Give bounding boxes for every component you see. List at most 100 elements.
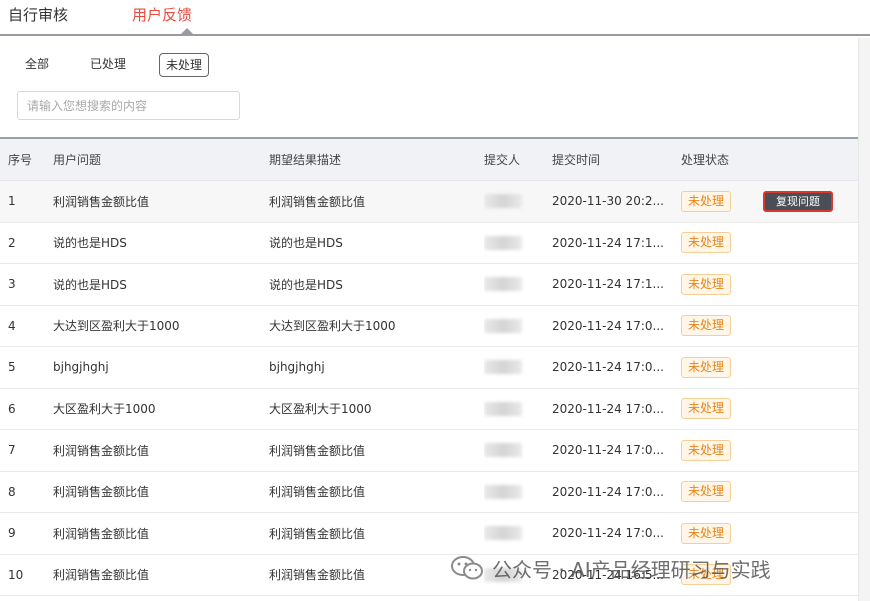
table-row[interactable]: 2 说的也是HDS 说的也是HDS 2020-11-24 17:1... 未处理 [0,222,858,264]
row-expected: 利润销售金额比值 [269,485,366,500]
table-body: 1 利润销售金额比值 利润销售金额比值 2020-11-30 20:2... 未处理 复现… [0,181,858,596]
row-time: 2020-11-24 17:1... [552,277,664,292]
row-status-cell: 未处理 [681,389,751,430]
filter-processed[interactable]: 已处理 [84,53,132,77]
row-status-cell: 未处理 [681,347,751,388]
row-index: 7 [8,443,16,458]
row-index: 2 [8,235,16,250]
row-index: 5 [8,360,16,375]
status-badge: 未处理 [681,522,732,544]
status-badge: 未处理 [681,439,732,461]
row-expected: 大区盈利大于1000 [269,402,372,417]
row-submitter [484,513,544,554]
search-input[interactable] [17,91,240,120]
row-time: 2020-11-24 17:0... [552,484,664,499]
header-expected: 期望结果描述 [269,153,342,167]
redacted-submitter [484,318,522,333]
row-submitter [484,306,544,347]
row-submitter [484,223,544,264]
row-expected: 说的也是HDS [269,277,343,292]
status-badge: 未处理 [681,481,732,503]
vertical-scrollbar[interactable] [858,38,870,601]
row-submitter [484,389,544,430]
redacted-submitter [484,401,522,416]
filter-all[interactable]: 全部 [19,53,55,77]
row-time: 2020-11-24 17:0... [552,360,664,375]
status-badge: 未处理 [681,273,732,295]
row-time: 2020-11-24 17:1... [552,235,664,250]
filter-unprocessed[interactable]: 未处理 [159,53,210,77]
row-index: 8 [8,484,16,499]
table-row[interactable]: 1 利润销售金额比值 利润销售金额比值 2020-11-30 20:2... 未处理 复现… [0,181,858,223]
row-expected: 利润销售金额比值 [269,568,366,583]
row-status-cell: 未处理 [681,513,751,554]
table-row[interactable]: 5 bjhgjhghj bjhgjhghj 2020-11-24 17:0... 未处理 [0,347,858,389]
row-action-cell: 复现问题 [763,181,848,222]
watermark-text: 公众号 · AI产品经理研习与实践 [492,557,771,582]
row-index: 1 [8,194,16,209]
redacted-submitter [484,526,522,541]
row-question: 利润销售金额比值 [53,485,150,500]
feedback-table: 序号 用户问题 期望结果描述 提交人 提交时间 处理状态 1 利润销售金额比值 利润… [0,137,858,596]
status-badge: 未处理 [681,398,732,420]
row-status-cell: 未处理 [681,181,751,222]
table-row[interactable]: 7 利润销售金额比值 利润销售金额比值 2020-11-24 17:0... 未处理 [0,430,858,472]
row-time: 2020-11-24 17:0... [552,443,664,458]
status-badge: 未处理 [681,190,732,212]
wechat-icon [451,556,483,580]
table-row[interactable]: 9 利润销售金额比值 利润销售金额比值 2020-11-24 17:0... 未处理 [0,513,858,555]
table-row[interactable]: 8 利润销售金额比值 利润销售金额比值 2020-11-24 17:0... 未处理 [0,471,858,513]
row-question: 说的也是HDS [53,236,127,251]
row-expected: bjhgjhghj [269,360,325,375]
row-time: 2020-11-30 20:2... [552,194,664,209]
row-index: 10 [8,567,24,582]
row-question: 大达到区盈利大于1000 [53,319,180,334]
row-status-cell: 未处理 [681,264,751,305]
status-badge: 未处理 [681,315,732,337]
row-question: 利润销售金额比值 [53,194,150,209]
row-question: 大区盈利大于1000 [53,402,156,417]
header-submitter: 提交人 [484,153,521,167]
row-time: 2020-11-24 17:0... [552,318,664,333]
row-question: 说的也是HDS [53,277,127,292]
row-status-cell: 未处理 [681,306,751,347]
status-badge: 未处理 [681,232,732,254]
table-row[interactable]: 4 大达到区盈利大于1000 大达到区盈利大于1000 2020-11-24 17:0… [0,305,858,347]
row-submitter [484,472,544,513]
table-header: 序号 用户问题 期望结果描述 提交人 提交时间 处理状态 [0,139,858,181]
redacted-submitter [484,484,522,499]
row-time: 2020-11-24 17:0... [552,526,664,541]
row-time: 2020-11-24 17:0... [552,401,664,416]
row-index: 3 [8,277,16,292]
redacted-submitter [484,235,522,250]
tab-self-review[interactable]: 自行审核 [8,4,68,25]
table-row[interactable]: 3 说的也是HDS 说的也是HDS 2020-11-24 17:1... 未处理 [0,264,858,306]
watermark: 公众号 · AI产品经理研习与实践 [450,553,771,583]
row-status-cell: 未处理 [681,430,751,471]
row-index: 9 [8,526,16,541]
row-expected: 大达到区盈利大于1000 [269,319,396,334]
redacted-submitter [484,360,522,375]
status-badge: 未处理 [681,356,732,378]
tab-user-feedback[interactable]: 用户反馈 [132,4,192,25]
row-submitter [484,347,544,388]
header-time: 提交时间 [552,153,601,167]
row-question: 利润销售金额比值 [53,526,150,541]
row-question: 利润销售金额比值 [53,443,150,458]
active-tab-caret-icon [181,28,193,34]
top-tab-bar: 自行审核 用户反馈 [0,0,870,36]
table-row[interactable]: 6 大区盈利大于1000 大区盈利大于1000 2020-11-24 17:0... 未… [0,388,858,430]
header-status: 处理状态 [681,153,730,167]
row-expected: 利润销售金额比值 [269,443,366,458]
reproduce-issue-button[interactable]: 复现问题 [763,190,833,212]
row-expected: 利润销售金额比值 [269,526,366,541]
row-question: 利润销售金额比值 [53,568,150,583]
row-submitter [484,181,544,222]
redacted-submitter [484,194,522,209]
row-status-cell: 未处理 [681,472,751,513]
row-submitter [484,264,544,305]
header-question: 用户问题 [53,153,102,167]
row-expected: 说的也是HDS [269,236,343,251]
row-status-cell: 未处理 [681,223,751,264]
row-index: 4 [8,318,16,333]
